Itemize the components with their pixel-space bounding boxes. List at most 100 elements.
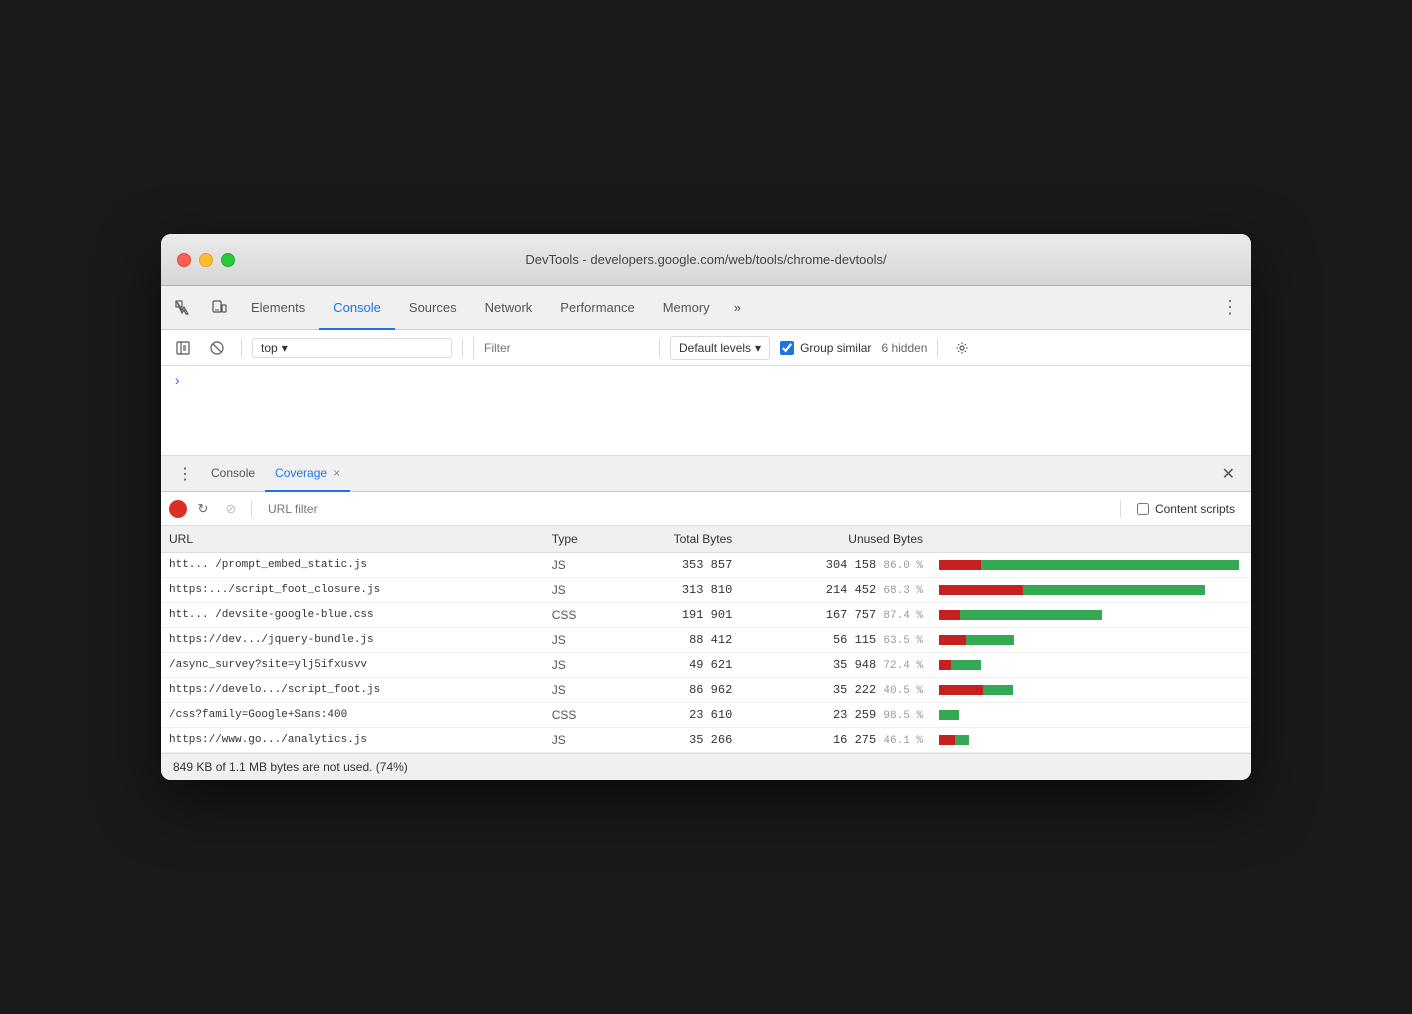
coverage-table: URL Type Total Bytes Unused Bytes htt...… [161,526,1251,753]
devtools-menu-button[interactable]: ⋮ [1213,286,1247,329]
table-row[interactable]: https://www.go.../analytics.js JS 35 266… [161,728,1251,753]
bar-used [939,735,955,745]
context-selector[interactable]: top ▾ [252,338,452,358]
console-output-area: › [161,366,1251,456]
bar-unused [951,660,981,670]
filter-input[interactable] [473,337,649,359]
col-header-unused-bytes: Unused Bytes [740,526,931,553]
toolbar-divider-4 [937,338,938,358]
console-settings-button[interactable] [948,334,976,362]
cell-url: https://develo.../script_foot.js [161,678,544,703]
cell-total-bytes: 35 266 [614,728,740,753]
clear-console-button[interactable] [203,334,231,362]
bar-unused [939,710,959,720]
panel-menu-button[interactable]: ⋮ [169,464,201,484]
url-filter-input[interactable] [260,498,1112,520]
content-scripts-checkbox[interactable] [1137,503,1149,515]
cell-type: JS [544,553,615,578]
devtools-tab-bar: Elements Console Sources Network Perform… [161,286,1251,330]
more-tabs-button[interactable]: » [724,286,751,329]
reload-button[interactable]: ↻ [191,497,215,521]
bottom-tab-coverage[interactable]: Coverage × [265,457,350,492]
cell-url: https://dev.../jquery-bundle.js [161,628,544,653]
cell-type: CSS [544,703,615,728]
tab-sources[interactable]: Sources [395,286,471,330]
tab-performance[interactable]: Performance [546,286,648,330]
inspect-icon[interactable] [165,286,201,329]
cell-bar [931,653,1251,678]
table-row[interactable]: https://develo.../script_foot.js JS 86 9… [161,678,1251,703]
bar-used [939,635,966,645]
cell-unused-bytes: 214 452 68.3 % [740,578,931,603]
window-title: DevTools - developers.google.com/web/too… [525,252,886,267]
table-row[interactable]: https://dev.../jquery-bundle.js JS 88 41… [161,628,1251,653]
close-panel-button[interactable]: ✕ [1214,464,1243,484]
cell-total-bytes: 88 412 [614,628,740,653]
bar-used [939,660,951,670]
tab-console[interactable]: Console [319,286,395,330]
close-coverage-tab-button[interactable]: × [333,466,340,480]
col-header-bar [931,526,1251,553]
device-toggle-icon[interactable] [201,286,237,329]
cell-total-bytes: 86 962 [614,678,740,703]
tab-elements[interactable]: Elements [237,286,319,330]
cell-unused-bytes: 167 757 87.4 % [740,603,931,628]
cell-unused-bytes: 35 222 40.5 % [740,678,931,703]
minimize-button[interactable] [199,253,213,267]
toolbar-divider-3 [659,338,660,358]
table-row[interactable]: htt... /prompt_embed_static.js JS 353 85… [161,553,1251,578]
bar-used [939,685,983,695]
cell-type: JS [544,628,615,653]
maximize-button[interactable] [221,253,235,267]
title-bar: DevTools - developers.google.com/web/too… [161,234,1251,286]
tab-memory[interactable]: Memory [649,286,724,330]
cell-unused-bytes: 304 158 86.0 % [740,553,931,578]
group-similar-container: Group similar 6 hidden [780,341,927,355]
group-similar-checkbox[interactable] [780,341,794,355]
table-row[interactable]: htt... /devsite-google-blue.css CSS 191 … [161,603,1251,628]
bar-used [939,585,1023,595]
col-header-total-bytes: Total Bytes [614,526,740,553]
cell-url: htt... /prompt_embed_static.js [161,553,544,578]
cell-type: JS [544,678,615,703]
cell-bar [931,678,1251,703]
bottom-panel: ⋮ Console Coverage × ✕ ↻ ⊘ Content scrip… [161,456,1251,780]
content-scripts-label: Content scripts [1155,502,1235,516]
table-row[interactable]: /css?family=Google+Sans:400 CSS 23 610 2… [161,703,1251,728]
bar-unused [981,560,1239,570]
console-prompt-icon[interactable]: › [173,374,1239,390]
table-row[interactable]: /async_survey?site=ylj5ifxusvv JS 49 621… [161,653,1251,678]
cell-total-bytes: 353 857 [614,553,740,578]
bar-used [939,610,960,620]
bottom-tab-console[interactable]: Console [201,457,265,492]
cell-type: JS [544,728,615,753]
cell-url: https://www.go.../analytics.js [161,728,544,753]
cell-unused-bytes: 56 115 63.5 % [740,628,931,653]
close-button[interactable] [177,253,191,267]
cell-total-bytes: 191 901 [614,603,740,628]
cell-bar [931,603,1251,628]
col-header-url: URL [161,526,544,553]
traffic-lights [177,253,235,267]
tab-network[interactable]: Network [471,286,547,330]
toolbar-divider-1 [241,338,242,358]
bar-unused [955,735,969,745]
col-header-type: Type [544,526,615,553]
cell-url: htt... /devsite-google-blue.css [161,603,544,628]
cell-url: /css?family=Google+Sans:400 [161,703,544,728]
bar-unused [983,685,1013,695]
cell-type: CSS [544,603,615,628]
log-levels-button[interactable]: Default levels ▾ [670,336,770,360]
coverage-footer: 849 KB of 1.1 MB bytes are not used. (74… [161,753,1251,780]
bar-unused [960,610,1102,620]
devtools-window: DevTools - developers.google.com/web/too… [161,234,1251,780]
start-recording-button[interactable] [169,500,187,518]
cell-bar [931,553,1251,578]
bar-used [939,560,981,570]
bar-unused [1023,585,1205,595]
show-console-sidebar-button[interactable] [169,334,197,362]
clear-coverage-button: ⊘ [219,497,243,521]
cell-bar [931,728,1251,753]
table-row[interactable]: https:.../script_foot_closure.js JS 313 … [161,578,1251,603]
group-similar-label: Group similar [800,341,871,355]
